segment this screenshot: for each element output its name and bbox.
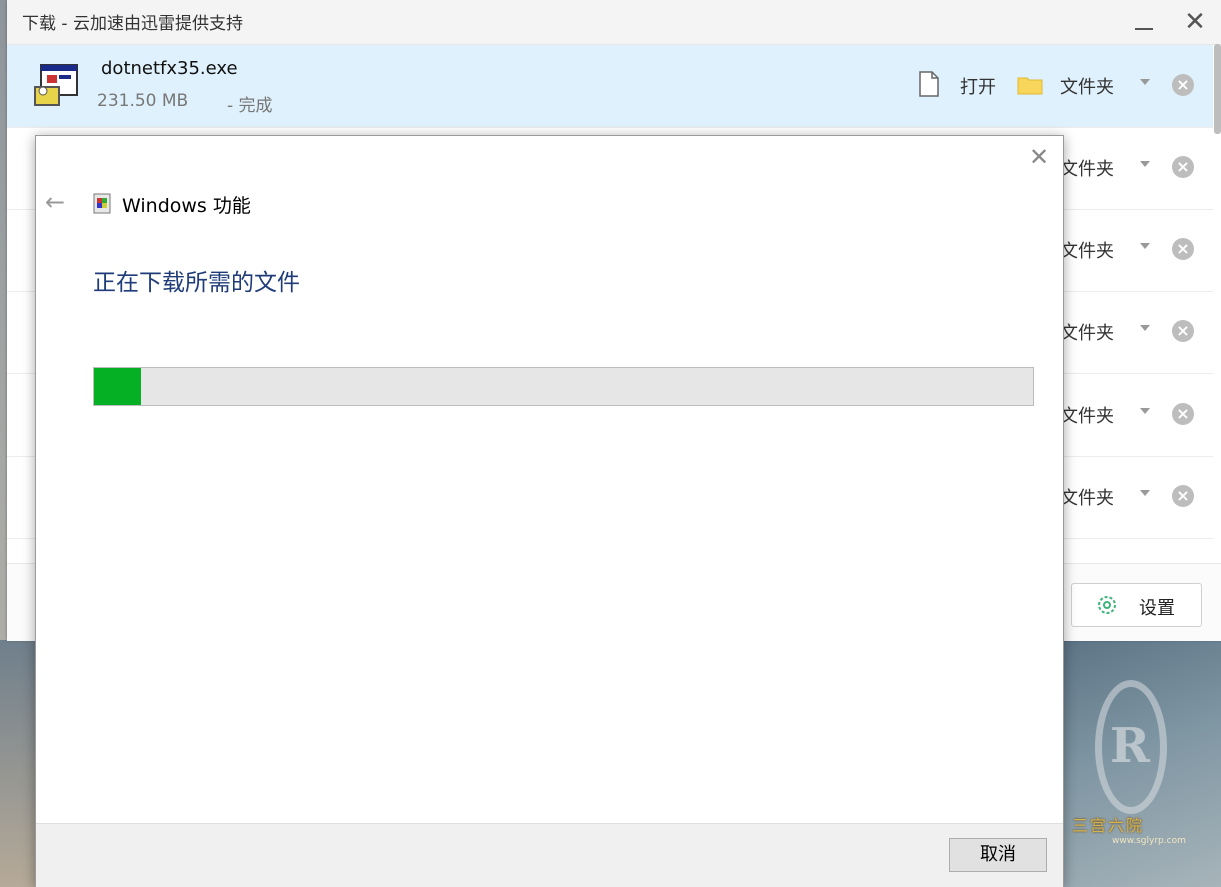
- open-folder-button[interactable]: 文件夹: [1060, 484, 1114, 510]
- remove-icon[interactable]: ×: [1172, 320, 1194, 342]
- download-window-title: 下载 - 云加速由迅雷提供支持: [22, 14, 243, 34]
- remove-icon[interactable]: ×: [1172, 485, 1194, 507]
- open-folder-button[interactable]: 文件夹: [1060, 402, 1114, 428]
- registered-mark-letter: R: [1110, 718, 1150, 774]
- remove-icon[interactable]: ×: [1172, 74, 1194, 96]
- file-name: dotnetfx35.exe: [101, 58, 238, 79]
- remove-icon[interactable]: ×: [1172, 156, 1194, 178]
- windows-features-icon: [93, 193, 111, 214]
- file-size: 231.50 MB: [97, 91, 189, 111]
- download-row[interactable]: dotnetfx35.exe 231.50 MB - 完成 打开 文件夹 ×: [7, 45, 1213, 128]
- windows-features-dialog: ✕ ← Windows 功能 正在下载所需的文件 取消: [35, 135, 1064, 887]
- remove-icon[interactable]: ×: [1172, 238, 1194, 260]
- file-icon[interactable]: [919, 71, 939, 97]
- dialog-heading: 正在下载所需的文件: [93, 270, 300, 296]
- download-progress-bar: [93, 367, 1034, 406]
- open-folder-button[interactable]: 文件夹: [1060, 237, 1114, 263]
- scrollbar[interactable]: [1214, 44, 1221, 134]
- back-arrow-icon[interactable]: ←: [45, 189, 71, 215]
- open-file-button[interactable]: 打开: [960, 73, 996, 99]
- dialog-footer: 取消: [36, 823, 1063, 887]
- caret-down-icon[interactable]: [1140, 490, 1150, 496]
- remove-icon[interactable]: ×: [1172, 403, 1194, 425]
- installer-exe-icon: [34, 64, 78, 106]
- close-icon[interactable]: ✕: [1026, 144, 1052, 170]
- caret-down-icon[interactable]: [1140, 408, 1150, 414]
- open-folder-button[interactable]: 文件夹: [1060, 73, 1114, 99]
- cancel-button[interactable]: 取消: [949, 838, 1047, 872]
- folder-icon[interactable]: [1017, 75, 1043, 95]
- open-folder-button[interactable]: 文件夹: [1060, 155, 1114, 181]
- progress-fill: [94, 368, 141, 405]
- site-watermark: 三宫六院: [1072, 816, 1145, 835]
- desktop-left-strip: [0, 640, 36, 887]
- open-folder-button[interactable]: 文件夹: [1060, 319, 1114, 345]
- download-status: - 完成: [227, 96, 273, 116]
- close-icon[interactable]: ✕: [1177, 6, 1213, 38]
- caret-down-icon[interactable]: [1140, 161, 1150, 167]
- settings-button[interactable]: 设置: [1071, 583, 1202, 627]
- site-watermark-url: www.sglyrp.com: [1112, 836, 1186, 846]
- dialog-title: Windows 功能: [122, 195, 251, 217]
- caret-down-icon[interactable]: [1140, 325, 1150, 331]
- caret-down-icon[interactable]: [1140, 243, 1150, 249]
- settings-label: 设置: [1139, 598, 1175, 619]
- minimize-icon[interactable]: [1127, 6, 1163, 38]
- download-titlebar: 下载 - 云加速由迅雷提供支持 ✕: [7, 0, 1221, 45]
- caret-down-icon[interactable]: [1140, 79, 1150, 85]
- gear-icon: [1098, 596, 1116, 614]
